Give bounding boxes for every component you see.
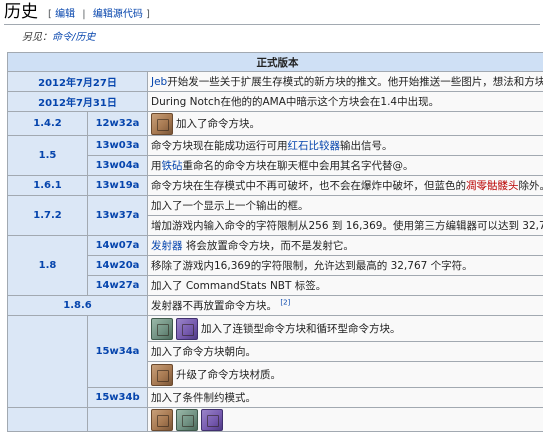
- table-header: 正式版本: [8, 53, 543, 72]
- history-desc: 加入了条件制约模式。: [148, 388, 543, 408]
- section-heading: 历史 [ 编辑 | 编辑源代码 ]: [4, 0, 540, 25]
- version-date-link[interactable]: 2012年7月27日: [8, 72, 148, 92]
- edit-separator: |: [82, 9, 85, 20]
- snapshot-link[interactable]: 14w27a: [88, 276, 148, 296]
- snapshot-link[interactable]: 14w07a: [88, 236, 148, 256]
- edit-source-link[interactable]: 编辑源代码: [93, 9, 143, 20]
- repeating-command-block-icon: [176, 318, 198, 340]
- version-link[interactable]: 1.4.2: [8, 112, 88, 136]
- table-row: 15w34b 加入了条件制约模式。: [8, 388, 543, 408]
- desc-text: 发射器不再放置命令方块。: [151, 300, 277, 312]
- history-desc: 移除了游戏内16,369的字符限制，允许达到最高的 32,767 个字符。: [148, 256, 543, 276]
- reference-link[interactable]: [2]: [280, 299, 290, 307]
- snapshot-link[interactable]: 13w37a: [88, 196, 148, 236]
- version-link[interactable]: 1.5: [8, 136, 88, 176]
- history-desc: 加入了连锁型命令方块和循环型命令方块。: [148, 316, 543, 342]
- table-row: 14w20a 移除了游戏内16,369的字符限制，允许达到最高的 32,767 …: [8, 256, 543, 276]
- version-date-link[interactable]: 2012年7月31日: [8, 92, 148, 112]
- command-block-icon: [151, 364, 173, 386]
- jeb-link[interactable]: Jeb: [151, 76, 167, 88]
- history-desc: 升级了命令方块材质。: [148, 362, 543, 388]
- desc-text: 开始发一些关于扩展生存模式的新方块的推文。他开始推送一些图片，想法和方块将来用法…: [167, 76, 543, 88]
- table-row: 2012年7月31日 During Notch在他的的AMA中暗示这个方块会在1…: [8, 92, 543, 112]
- desc-text: 升级了命令方块材质。: [176, 369, 281, 381]
- version-link[interactable]: 1.6.1: [8, 176, 88, 196]
- history-desc: 命令方块现在能成功运行可用红石比较器输出信号。: [148, 136, 543, 156]
- snapshot-link[interactable]: 12w32a: [88, 112, 148, 136]
- history-desc: 加入了命令方块。: [148, 112, 543, 136]
- version-link[interactable]: 1.8.6: [8, 296, 148, 316]
- table-row: [8, 408, 543, 432]
- desc-text: 在他的的AMA中暗示这个方块会在1.4中出现。: [220, 96, 439, 108]
- comparator-link[interactable]: 红石比较器: [288, 140, 341, 152]
- edit-links: [ 编辑 | 编辑源代码 ]: [48, 5, 150, 24]
- desc-prefix: 用: [151, 160, 162, 172]
- table-row: 14w27a 加入了 CommandStats NBT 标签。: [8, 276, 543, 296]
- version-link[interactable]: [8, 316, 88, 408]
- desc-text: 加入了命令方块。: [176, 118, 260, 130]
- see-also-link[interactable]: 命令/历史: [52, 32, 95, 43]
- edit-link[interactable]: 编辑: [55, 9, 75, 20]
- history-desc: 加入了 CommandStats NBT 标签。: [148, 276, 543, 296]
- table-row: 1.7.2 13w37a 加入了一个显示上一个输出的框。: [8, 196, 543, 216]
- see-also-note: 另见：命令/历史: [22, 28, 95, 43]
- table-row: 13w04a 用铁砧重命名的命令方块在聊天框中会用其名字代替@。: [8, 156, 543, 176]
- article-section: 历史 [ 编辑 | 编辑源代码 ] 另见：命令/历史 正式版本 2012年7月2…: [0, 0, 543, 400]
- history-table: 正式版本 2012年7月27日 Jeb开始发一些关于扩展生存模式的新方块的推文。…: [7, 52, 543, 432]
- snapshot-link[interactable]: 15w34a: [88, 316, 148, 388]
- snapshot-link[interactable]: 13w04a: [88, 156, 148, 176]
- snapshot-link[interactable]: 13w19a: [88, 176, 148, 196]
- table-row: 15w34a 加入了连锁型命令方块和循环型命令方块。: [8, 316, 543, 342]
- history-desc: 命令方块在生存模式中不再可破坏，也不会在爆炸中破坏，但蓝色的凋零骷髅头除外。: [148, 176, 543, 196]
- command-block-icon: [151, 113, 173, 135]
- version-cell-empty: [8, 408, 88, 432]
- chain-command-block-icon: [151, 318, 173, 340]
- table-row: 1.8 14w07a 发射器 将会放置命令方块，而不是发射它。: [8, 236, 543, 256]
- desc-text: 重命名的命令方块在聊天框中会用其名字代替@。: [183, 160, 414, 172]
- history-desc: 用铁砧重命名的命令方块在聊天框中会用其名字代替@。: [148, 156, 543, 176]
- anvil-link[interactable]: 铁砧: [162, 160, 183, 172]
- table-row: 2012年7月27日 Jeb开始发一些关于扩展生存模式的新方块的推文。他开始推送…: [8, 72, 543, 92]
- snapshot-link[interactable]: 13w03a: [88, 136, 148, 156]
- section-title: 历史: [4, 1, 38, 24]
- table-row: 1.4.2 12w32a 加入了命令方块。: [8, 112, 543, 136]
- history-desc: 加入了命令方块朝向。: [148, 342, 543, 362]
- history-desc: [148, 408, 543, 432]
- command-block-icon: [151, 409, 173, 431]
- edit-bracket-open: [: [48, 9, 52, 20]
- desc-prefix: During Notch: [151, 96, 220, 108]
- version-link[interactable]: 1.7.2: [8, 196, 88, 236]
- history-desc: During Notch在他的的AMA中暗示这个方块会在1.4中出现。: [148, 92, 543, 112]
- wither-skull-link[interactable]: 凋零骷髅头: [466, 180, 519, 192]
- desc-text: 将会放置命令方块，而不是发射它。: [183, 240, 354, 252]
- snapshot-link[interactable]: 15w34b: [88, 388, 148, 408]
- table-row: 1.5 13w03a 命令方块现在能成功运行可用红石比较器输出信号。: [8, 136, 543, 156]
- dispenser-link[interactable]: 发射器: [151, 240, 183, 252]
- desc-text: 加入了连锁型命令方块和循环型命令方块。: [201, 323, 401, 335]
- chain-command-block-icon: [176, 409, 198, 431]
- see-also-prefix: 另见：: [22, 32, 52, 43]
- edit-bracket-close: ]: [146, 9, 150, 20]
- desc-prefix: 命令方块在生存模式中不再可破坏，也不会在爆炸中破坏，但蓝色的: [151, 180, 466, 192]
- history-desc: 增加游戏内输入命令的字符限制从256 到 16,369。使用第三方编辑器可以达到…: [148, 216, 543, 236]
- table-row: 1.6.1 13w19a 命令方块在生存模式中不再可破坏，也不会在爆炸中破坏，但…: [8, 176, 543, 196]
- repeating-command-block-icon: [201, 409, 223, 431]
- snapshot-cell-empty: [88, 408, 148, 432]
- desc-prefix: 命令方块现在能成功运行可用: [151, 140, 288, 152]
- history-desc: 加入了一个显示上一个输出的框。: [148, 196, 543, 216]
- version-link[interactable]: 1.8: [8, 236, 88, 296]
- history-desc: 发射器 将会放置命令方块，而不是发射它。: [148, 236, 543, 256]
- table-row: 1.8.6 发射器不再放置命令方块。 [2]: [8, 296, 543, 316]
- desc-text: 输出信号。: [340, 140, 393, 152]
- snapshot-link[interactable]: 14w20a: [88, 256, 148, 276]
- history-desc: 发射器不再放置命令方块。 [2]: [148, 296, 543, 316]
- history-desc: Jeb开始发一些关于扩展生存模式的新方块的推文。他开始推送一些图片，想法和方块将…: [148, 72, 543, 92]
- desc-text: 除外。: [519, 180, 543, 192]
